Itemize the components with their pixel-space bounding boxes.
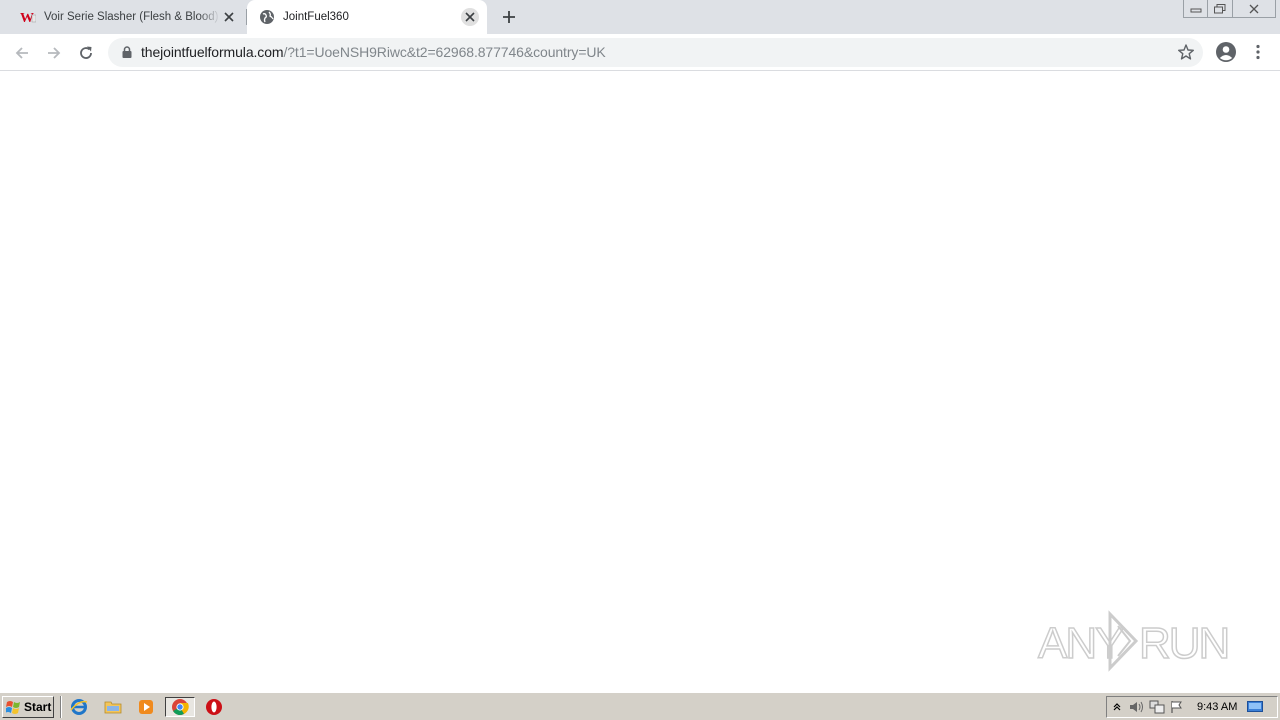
url-host: thejointfuelformula.com (141, 44, 284, 60)
tab-title: Voir Serie Slasher (Flesh & Blood) - Sai… (44, 11, 220, 23)
forward-button[interactable] (40, 39, 68, 67)
explorer-folder-icon[interactable] (102, 697, 124, 717)
back-arrow-icon (15, 47, 28, 59)
volume-icon[interactable] (1127, 698, 1147, 716)
start-label: Start (24, 700, 52, 714)
taskbar-separator (60, 696, 62, 718)
tab-close-icon[interactable] (220, 8, 238, 26)
page-content (0, 72, 1280, 692)
browser-toolbar: thejointfuelformula.com/?t1=UoeNSH9Riwc&… (0, 34, 1280, 71)
restore-icon (1214, 3, 1226, 13)
action-center-flag-icon[interactable] (1167, 698, 1187, 716)
lock-icon (122, 46, 132, 58)
opera-icon[interactable] (203, 697, 225, 717)
show-desktop-icon[interactable] (1245, 698, 1265, 716)
kebab-menu-icon (1256, 44, 1260, 60)
anyrun-watermark-logo: ANY RUN (1037, 610, 1231, 672)
start-button[interactable]: Start (2, 696, 54, 718)
system-tray: 9:43 AM (1106, 696, 1278, 718)
profile-avatar-icon[interactable] (1214, 40, 1238, 64)
globe-icon (259, 9, 275, 25)
windows-taskbar: Start 9:43 AM (0, 692, 1280, 720)
wordpress-w-icon: W (20, 9, 36, 25)
minimize-icon (1190, 8, 1201, 12)
close-window-button[interactable] (1233, 0, 1276, 18)
restore-button[interactable] (1208, 0, 1233, 18)
bookmark-star-icon[interactable] (1177, 43, 1195, 61)
tab-voir-serie[interactable]: W Voir Serie Slasher (Flesh & Blood) - S… (8, 0, 246, 34)
minimize-button[interactable] (1183, 0, 1208, 18)
tab-strip: W Voir Serie Slasher (Flesh & Blood) - S… (0, 0, 1280, 34)
ie-icon[interactable] (68, 697, 90, 717)
close-icon (1249, 4, 1259, 13)
media-player-icon[interactable] (135, 697, 157, 717)
reload-icon (80, 46, 92, 59)
tab-close-icon[interactable] (461, 8, 479, 26)
url-path: /?t1=UoeNSH9Riwc&t2=62968.877746&country… (283, 44, 606, 60)
address-bar[interactable]: thejointfuelformula.com/?t1=UoeNSH9Riwc&… (108, 38, 1203, 67)
new-tab-button[interactable] (498, 6, 520, 28)
reload-button[interactable] (72, 39, 100, 67)
svg-text:RUN: RUN (1139, 619, 1228, 668)
url-text: thejointfuelformula.com/?t1=UoeNSH9Riwc&… (141, 44, 606, 60)
plus-icon (503, 11, 515, 23)
network-icon[interactable] (1147, 698, 1167, 716)
tab-title: JointFuel360 (283, 11, 349, 23)
tab-jointfuel360[interactable]: JointFuel360 (247, 0, 487, 34)
tray-expand-icon[interactable] (1107, 698, 1127, 716)
window-controls (1183, 0, 1276, 18)
chrome-icon[interactable] (165, 697, 195, 717)
chrome-menu-button[interactable] (1248, 40, 1268, 64)
taskbar-clock[interactable]: 9:43 AM (1197, 701, 1237, 713)
back-button[interactable] (8, 39, 36, 67)
windows-flag-icon (6, 701, 20, 714)
forward-arrow-icon (48, 47, 61, 59)
